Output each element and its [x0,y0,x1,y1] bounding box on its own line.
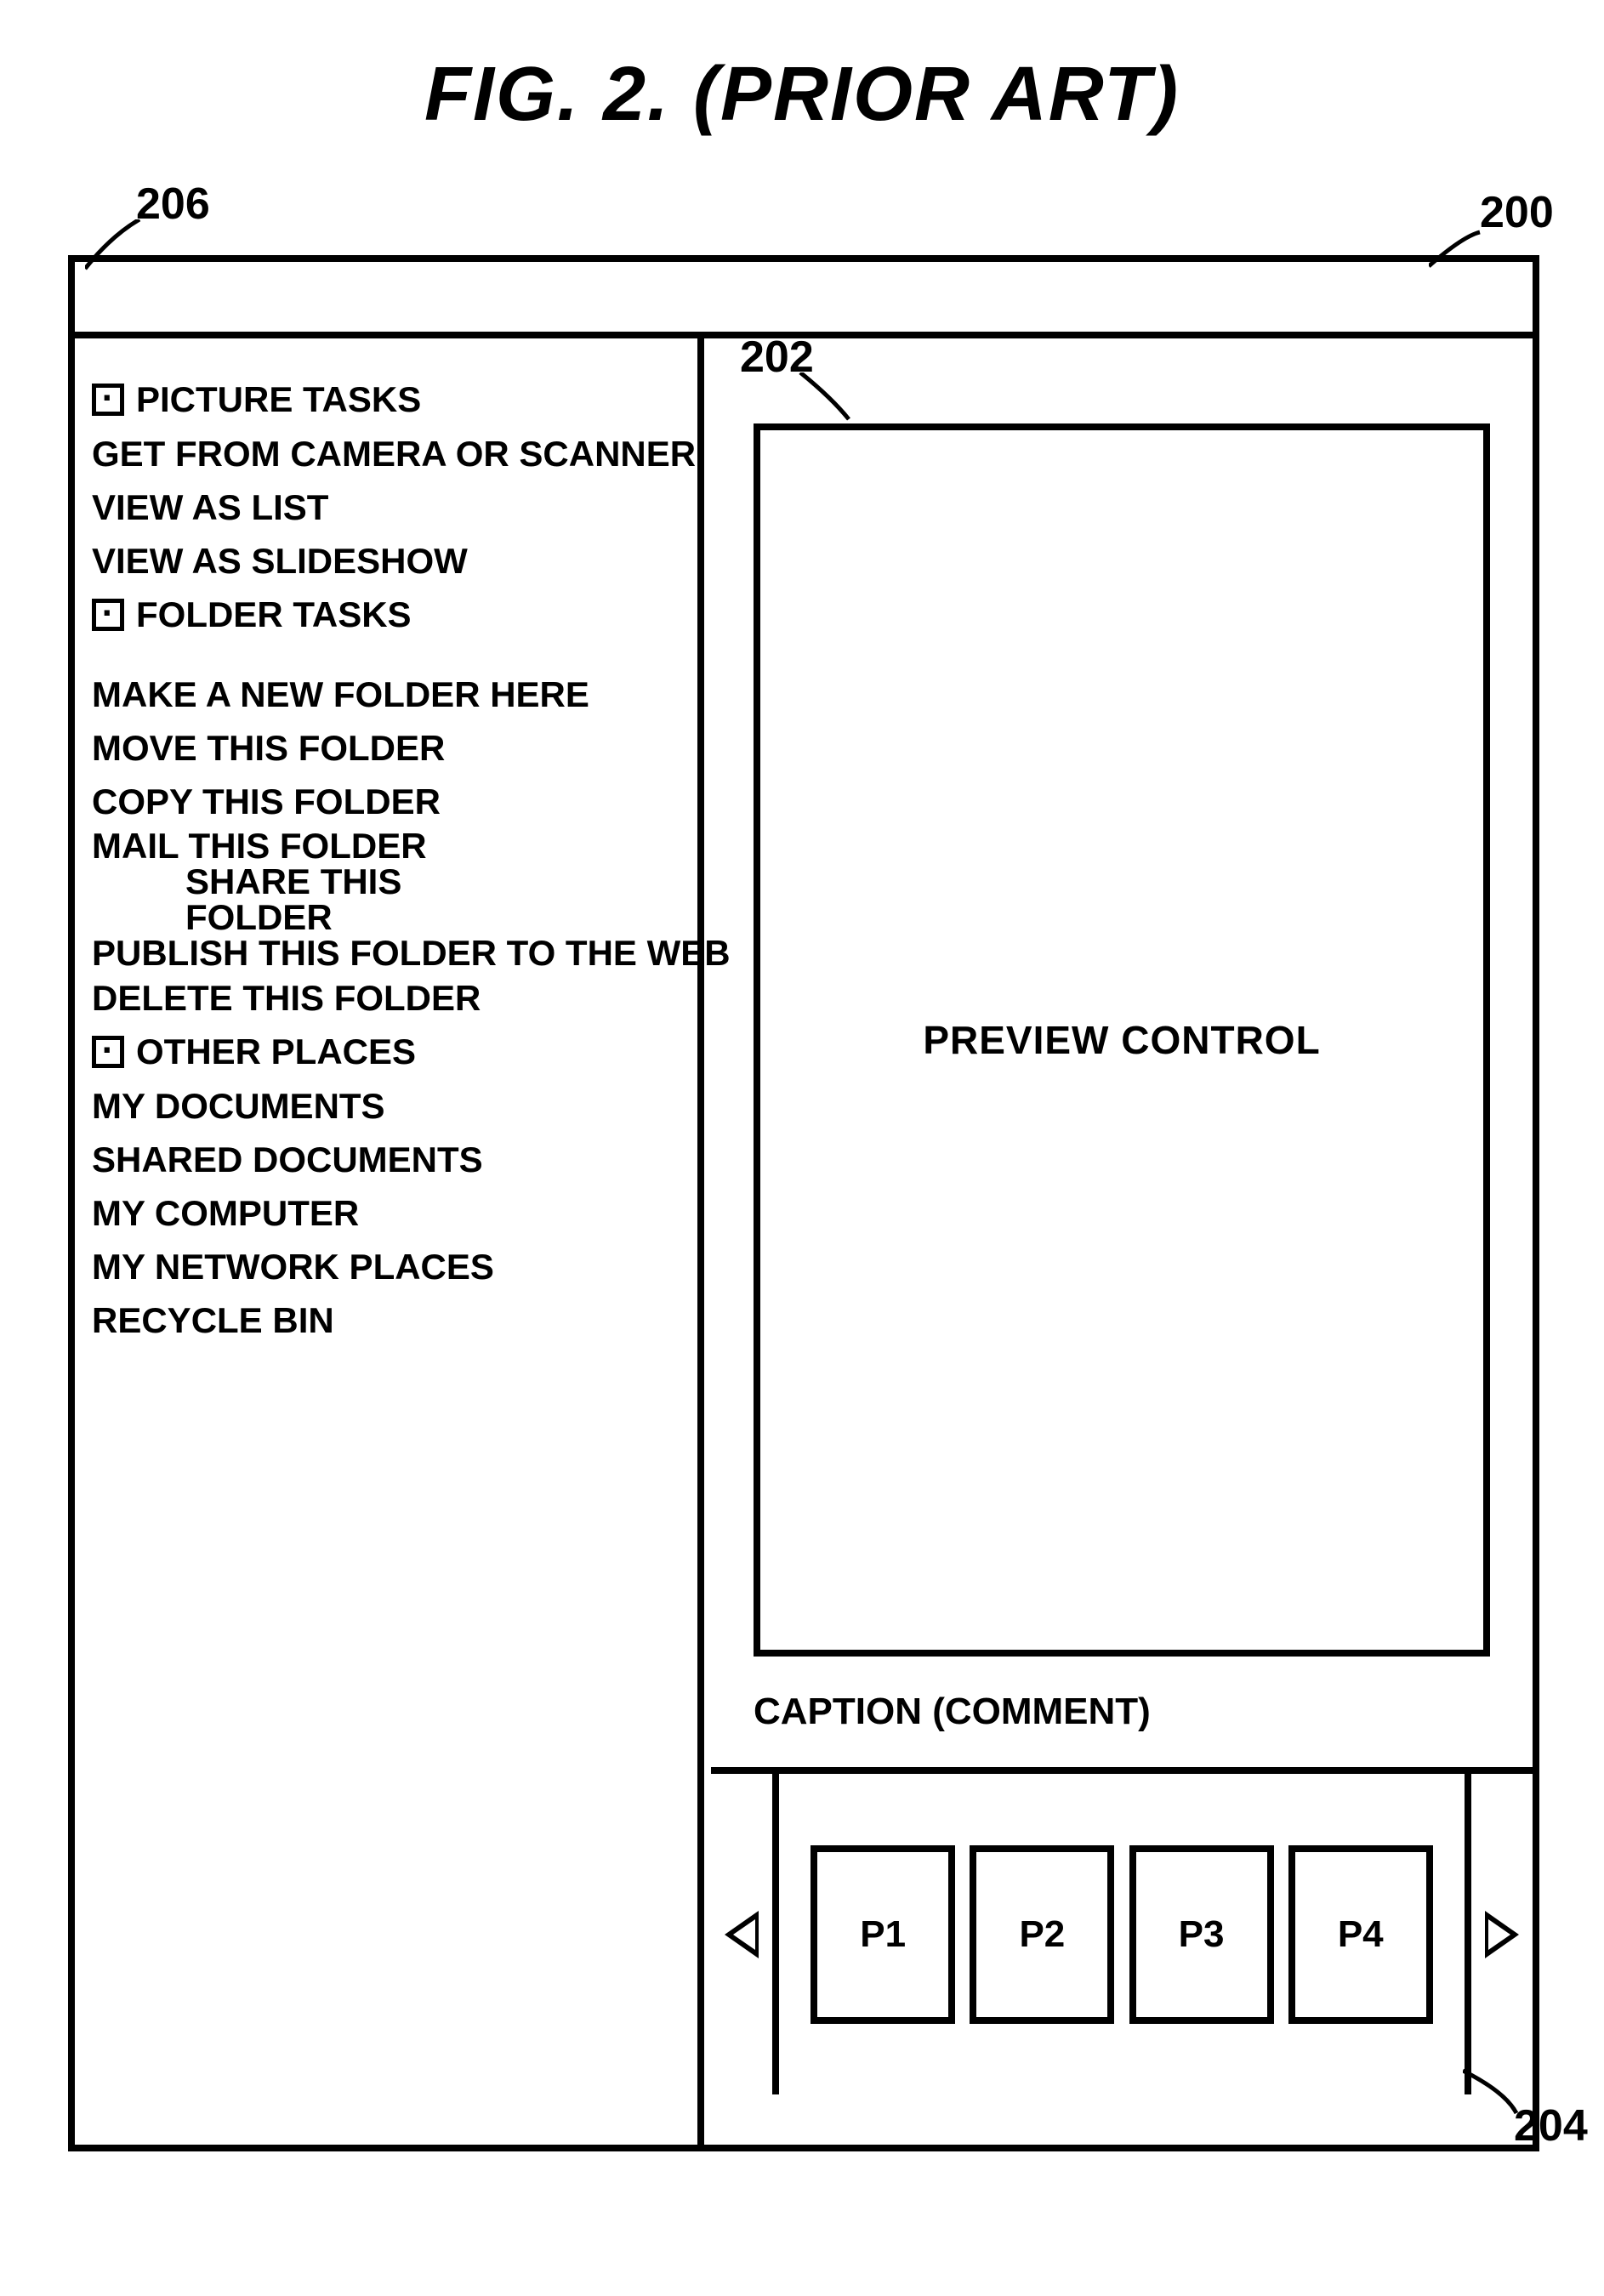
sidebar-item[interactable]: MY DOCUMENTS [92,1079,680,1133]
sidebar-item[interactable]: MAIL THIS FOLDER [92,828,680,864]
thumbnail[interactable]: P4 [1288,1845,1433,2024]
task-sidebar: PICTURE TASKS GET FROM CAMERA OR SCANNER… [75,338,704,2145]
thumbnail[interactable]: P2 [970,1845,1114,2024]
collapse-icon[interactable] [92,599,124,631]
preview-label: PREVIEW CONTROL [923,1017,1320,1063]
thumbnail-strip: P1 P2 P3 P4 [779,1774,1465,2094]
title-bar [75,262,1533,338]
collapse-icon[interactable] [92,384,124,416]
section-header-label: FOLDER TASKS [136,594,412,635]
filmstrip-prev-button[interactable] [711,1774,779,2094]
sidebar-item[interactable]: DELETE THIS FOLDER [92,971,680,1025]
collapse-icon[interactable] [92,1036,124,1068]
sidebar-item[interactable]: MY NETWORK PLACES [92,1240,680,1293]
section-header-folder-tasks[interactable]: FOLDER TASKS [92,594,680,635]
caption-label: CAPTION (COMMENT) [754,1691,1151,1733]
sidebar-item[interactable]: RECYCLE BIN [92,1293,680,1347]
preview-control[interactable]: PREVIEW CONTROL [754,423,1490,1657]
filmstrip-next-button[interactable] [1465,1774,1533,2094]
sidebar-item[interactable]: SHARE THIS [92,864,680,900]
section-header-other-places[interactable]: OTHER PLACES [92,1031,680,1072]
section-header-label: OTHER PLACES [136,1031,416,1072]
thumbnail[interactable]: P1 [811,1845,955,2024]
main-area: PREVIEW CONTROL CAPTION (COMMENT) P1 P2 … [711,338,1533,2145]
sidebar-item[interactable]: PUBLISH THIS FOLDER TO THE WEB [92,935,680,971]
sidebar-item-continuation: FOLDER [92,900,680,935]
filmstrip: P1 P2 P3 P4 [711,1767,1533,2094]
sidebar-item[interactable]: VIEW AS SLIDESHOW [92,534,680,588]
sidebar-item[interactable]: SHARED DOCUMENTS [92,1133,680,1186]
window-frame: PICTURE TASKS GET FROM CAMERA OR SCANNER… [68,255,1539,2151]
figure-title: FIG. 2. (PRIOR ART) [424,51,1180,139]
thumbnail[interactable]: P3 [1129,1845,1274,2024]
sidebar-item[interactable]: COPY THIS FOLDER [92,775,680,828]
section-header-label: PICTURE TASKS [136,379,421,420]
sidebar-item[interactable]: GET FROM CAMERA OR SCANNER [92,427,680,480]
sidebar-item[interactable]: MY COMPUTER [92,1186,680,1240]
section-header-picture-tasks[interactable]: PICTURE TASKS [92,379,680,420]
arrow-right-icon [1485,1911,1519,1958]
sidebar-item[interactable]: MOVE THIS FOLDER [92,721,680,775]
sidebar-item[interactable]: MAKE A NEW FOLDER HERE [92,668,680,721]
arrow-left-icon [725,1911,759,1958]
sidebar-item[interactable]: VIEW AS LIST [92,480,680,534]
